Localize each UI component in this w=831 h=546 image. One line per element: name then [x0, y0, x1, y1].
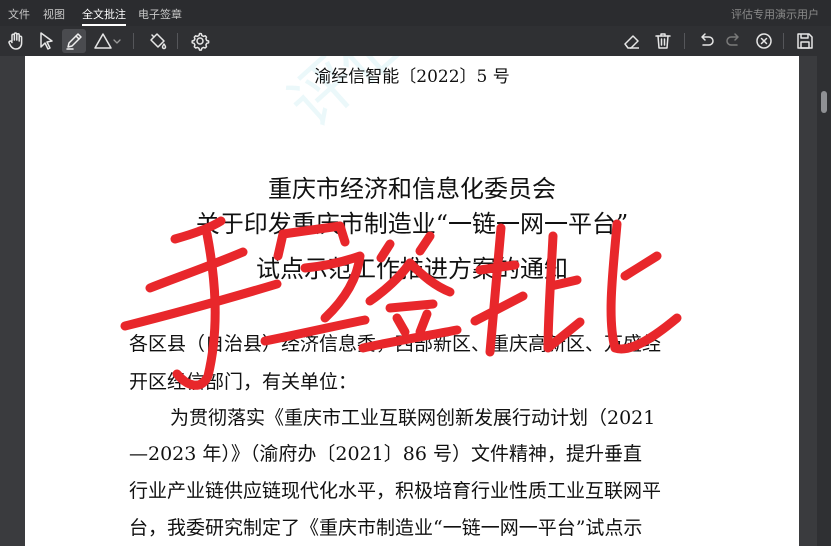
hand-icon[interactable] — [4, 29, 28, 53]
menu-view[interactable]: 视图 — [43, 6, 65, 22]
save-icon[interactable] — [793, 29, 817, 53]
gear-icon[interactable] — [188, 29, 212, 53]
vertical-scrollbar[interactable] — [817, 56, 831, 546]
chevron-down-icon[interactable] — [111, 29, 123, 53]
trash-icon[interactable] — [651, 29, 675, 53]
menu-annotate[interactable]: 全文批注 — [82, 6, 126, 26]
redo-icon[interactable] — [722, 29, 746, 53]
toolbar-separator — [177, 33, 178, 49]
pointer-icon[interactable] — [34, 29, 58, 53]
toolbar-separator — [133, 33, 134, 49]
toolbar-separator — [684, 33, 685, 49]
paint-bucket-icon[interactable] — [146, 29, 170, 53]
close-circle-icon[interactable] — [752, 29, 776, 53]
menubar: 文件 视图 全文批注 电子签章 评估专用演示用户 — [0, 0, 831, 26]
undo-icon[interactable] — [694, 29, 718, 53]
scrollbar-thumb[interactable] — [821, 91, 827, 113]
pen-icon[interactable] — [62, 29, 86, 53]
menu-e-seal[interactable]: 电子签章 — [138, 6, 182, 22]
toolbar-separator — [783, 33, 784, 49]
eraser-icon[interactable] — [620, 29, 644, 53]
menu-file[interactable]: 文件 — [8, 6, 30, 22]
toolbar — [0, 26, 831, 56]
handwritten-signature[interactable] — [25, 56, 799, 546]
document-page[interactable]: 评估专用演示 渝经信智能〔2022〕5 号 重庆市经济和信息化委员会 关于印发重… — [25, 56, 799, 546]
trial-user-label: 评估专用演示用户 — [731, 8, 819, 21]
